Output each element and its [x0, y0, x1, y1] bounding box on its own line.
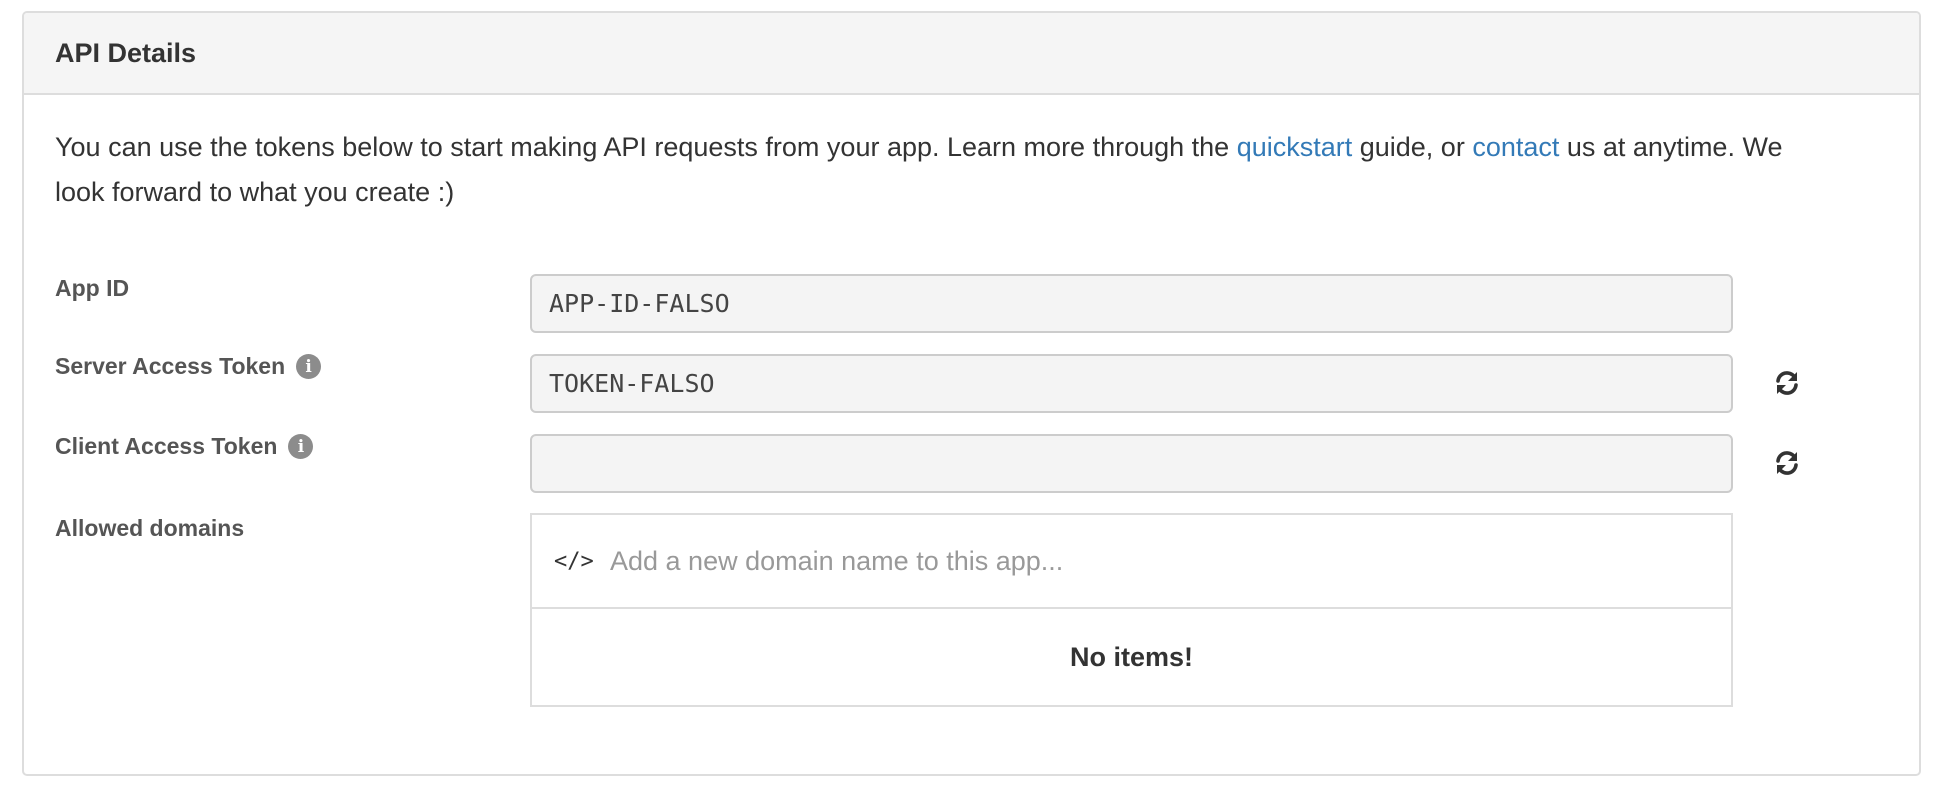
- code-icon: </>: [554, 548, 594, 574]
- info-circle-icon[interactable]: i: [288, 434, 314, 459]
- app-id-label: App ID: [55, 275, 129, 302]
- client-token-label: Client Access Token i: [55, 433, 314, 460]
- server-token-label: Server Access Token i: [55, 353, 322, 380]
- quickstart-link[interactable]: quickstart: [1237, 132, 1353, 162]
- panel-heading: API Details: [24, 13, 1919, 95]
- intro-text-before: You can use the tokens below to start ma…: [55, 132, 1237, 162]
- contact-link[interactable]: contact: [1472, 132, 1559, 162]
- intro-text-middle: guide, or: [1352, 132, 1473, 162]
- api-details-panel: API Details You can use the tokens below…: [22, 11, 1921, 776]
- app-id-field[interactable]: APP-ID-FALSO: [530, 274, 1733, 333]
- client-token-field[interactable]: [530, 434, 1733, 493]
- domain-input-row: </>: [532, 515, 1731, 609]
- info-circle-icon[interactable]: i: [296, 354, 322, 379]
- allowed-domains-box: </> No items!: [530, 513, 1733, 707]
- empty-message: No items!: [1069, 641, 1194, 672]
- intro-text: You can use the tokens below to start ma…: [55, 125, 1815, 215]
- client-token-label-text: Client Access Token: [55, 433, 278, 459]
- domain-input[interactable]: [610, 545, 1690, 577]
- refresh-icon: [1776, 451, 1798, 475]
- server-token-field[interactable]: TOKEN-FALSO: [530, 354, 1733, 413]
- server-token-label-text: Server Access Token: [55, 353, 286, 379]
- app-id-label-text: App ID: [55, 275, 130, 301]
- allowed-domains-label: Allowed domains: [55, 515, 244, 542]
- refresh-icon: [1776, 371, 1798, 395]
- refresh-server-token-button[interactable]: [1769, 365, 1805, 401]
- allowed-domains-label-text: Allowed domains: [55, 515, 245, 541]
- server-token-value: TOKEN-FALSO: [549, 369, 715, 398]
- panel-title: API Details: [55, 37, 197, 68]
- refresh-client-token-button[interactable]: [1769, 445, 1805, 481]
- app-id-value: APP-ID-FALSO: [549, 289, 730, 318]
